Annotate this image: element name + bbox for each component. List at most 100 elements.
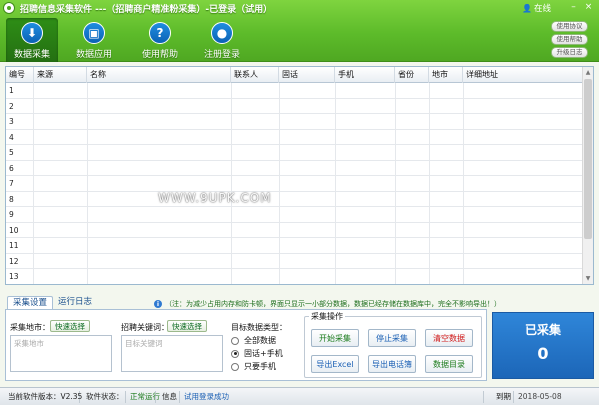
row-number: 10 [6, 222, 34, 237]
close-button[interactable]: × [583, 2, 594, 13]
info-label: 信息 [158, 391, 180, 403]
collected-counter: 已采集 0 [492, 312, 594, 379]
nav-data-apply[interactable]: ▣ 数据应用 [68, 18, 120, 62]
help-icon: ? [149, 22, 171, 44]
radio-circle[interactable] [231, 336, 239, 345]
state-label: 软件状态： [82, 391, 126, 403]
row-number: 9 [6, 207, 34, 222]
online-status[interactable]: 👤 在线 [522, 2, 551, 15]
watermark: WWW.9UPK.COM [158, 191, 272, 205]
keyword-textbox[interactable]: 目标关键词 [121, 335, 223, 372]
table-row[interactable]: 9 [6, 207, 583, 223]
status-bar: 当前软件版本：V2.35 软件状态： 正常运行 信息 试用登录成功 到期 201… [0, 387, 599, 405]
nav-label: 数据应用 [75, 50, 112, 60]
stop-collect-button[interactable]: 停止采集 [368, 329, 416, 347]
export-phonebook-button[interactable]: 导出电话簿 [368, 355, 416, 373]
app-logo-icon [3, 2, 15, 14]
radio-circle-selected[interactable] [231, 349, 239, 358]
col-address[interactable]: 详细地址 [463, 67, 583, 83]
nav-register-login[interactable]: ● 注册登录 [196, 18, 248, 62]
bottom-panel: 采集设置 运行日志 i （注：为减少占用内存和防卡顿，界面只显示一小部分数据，数… [5, 296, 594, 381]
nav-label: 数据采集 [13, 50, 50, 60]
android-icon: ▣ [83, 22, 105, 44]
row-number: 12 [6, 253, 34, 268]
row-number: 11 [6, 238, 34, 253]
nav-label: 注册登录 [203, 50, 240, 60]
clear-data-button[interactable]: 清空数据 [425, 329, 473, 347]
row-number: 1 [6, 83, 34, 98]
settings-panel: 采集地市： 快速选择 采集地市 招聘关键词： 快速选择 目标关键词 目标数据类型… [5, 309, 487, 381]
keyword-label: 招聘关键词： [121, 323, 169, 332]
scroll-down-icon[interactable]: ▼ [583, 273, 593, 284]
table-row[interactable]: 5 [6, 145, 583, 161]
data-folder-button[interactable]: 数据目录 [425, 355, 473, 373]
table-row[interactable]: 1 [6, 83, 583, 99]
data-type-label: 目标数据类型： [231, 323, 287, 332]
table-row[interactable]: 6 [6, 160, 583, 176]
header-bar: 招聘信息采集软件 ---（招聘商户精准粉采集）-已登录（试用） 👤 在线 – ×… [0, 0, 599, 62]
col-name[interactable]: 名称 [87, 67, 231, 83]
col-province[interactable]: 省份 [395, 67, 429, 83]
row-number: 7 [6, 176, 34, 191]
area-textbox[interactable]: 采集地市 [10, 335, 112, 372]
vertical-scrollbar[interactable]: ▲ ▼ [582, 67, 593, 284]
radio-phone-mobile[interactable]: 固话+手机 [231, 348, 283, 359]
table-row[interactable]: 3 [6, 114, 583, 130]
table-row[interactable]: 13 [6, 269, 583, 284]
row-number: 8 [6, 191, 34, 206]
area-label: 采集地市： [10, 323, 50, 332]
agreement-button[interactable]: 使用协议 [551, 21, 588, 32]
col-id[interactable]: 编号 [6, 67, 34, 83]
scroll-thumb[interactable] [584, 79, 592, 239]
radio-label: 只要手机 [244, 362, 276, 371]
tab-run-log[interactable]: 运行日志 [53, 296, 97, 309]
table-row[interactable]: 4 [6, 129, 583, 145]
user-icon: ● [211, 22, 233, 44]
radio-mobile-only[interactable]: 只要手机 [231, 361, 276, 372]
counter-label: 已采集 [524, 323, 561, 337]
expire-date: 2018-05-08 [518, 392, 562, 401]
table-row[interactable]: 11 [6, 238, 583, 254]
tab-collect-settings[interactable]: 采集设置 [7, 296, 54, 309]
operations-legend: 采集操作 [309, 311, 345, 322]
col-source[interactable]: 来源 [34, 67, 87, 83]
grid-header: 编号 来源 名称 联系人 固话 手机 省份 地市 详细地址 [6, 67, 583, 83]
row-number: 4 [6, 129, 34, 144]
online-label: 在线 [533, 4, 551, 14]
col-contact[interactable]: 联系人 [231, 67, 279, 83]
nav-help[interactable]: ? 使用帮助 [134, 18, 186, 62]
table-row[interactable]: 12 [6, 253, 583, 269]
counter-value: 0 [537, 344, 549, 363]
info-value: 试用登录成功 [180, 391, 484, 403]
nav-data-collect[interactable]: ⬇ 数据采集 [6, 18, 58, 62]
download-icon: ⬇ [21, 22, 43, 44]
table-row[interactable]: 2 [6, 98, 583, 114]
radio-circle[interactable] [231, 362, 239, 371]
nav-label: 使用帮助 [141, 50, 178, 60]
window-title: 招聘信息采集软件 ---（招聘商户精准粉采集）-已登录（试用） [20, 5, 273, 15]
info-icon: i [154, 300, 162, 308]
operations-group: 采集操作 开始采集 停止采集 清空数据 导出Excel 导出电话簿 数据目录 [304, 311, 482, 378]
info-notice: （注：为减少占用内存和防卡顿，界面只显示一小部分数据，数据已经存储在数据库中，完… [165, 300, 501, 308]
version-text: 当前软件版本：V2.35 [4, 391, 82, 403]
table-row[interactable]: 10 [6, 222, 583, 238]
user-icon: 👤 [522, 3, 532, 13]
keyword-quick-select-button[interactable]: 快速选择 [167, 320, 207, 332]
changelog-button[interactable]: 升级日志 [551, 47, 588, 58]
col-phone[interactable]: 固话 [279, 67, 335, 83]
radio-label: 全部数据 [244, 336, 276, 345]
minimize-button[interactable]: – [568, 2, 579, 13]
data-grid[interactable]: 编号 来源 名称 联系人 固话 手机 省份 地市 详细地址 1 2 3 4 5 … [5, 66, 594, 285]
area-quick-select-button[interactable]: 快速选择 [50, 320, 90, 332]
scroll-up-icon[interactable]: ▲ [583, 67, 593, 78]
export-excel-button[interactable]: 导出Excel [311, 355, 359, 373]
help-side-button[interactable]: 使用帮助 [551, 34, 588, 45]
state-value: 正常运行 [126, 391, 160, 403]
start-collect-button[interactable]: 开始采集 [311, 329, 359, 347]
col-mobile[interactable]: 手机 [335, 67, 395, 83]
radio-all-data[interactable]: 全部数据 [231, 335, 276, 346]
row-number: 5 [6, 145, 34, 160]
table-row[interactable]: 8 [6, 191, 583, 207]
table-row[interactable]: 7 [6, 176, 583, 192]
col-city[interactable]: 地市 [429, 67, 463, 83]
